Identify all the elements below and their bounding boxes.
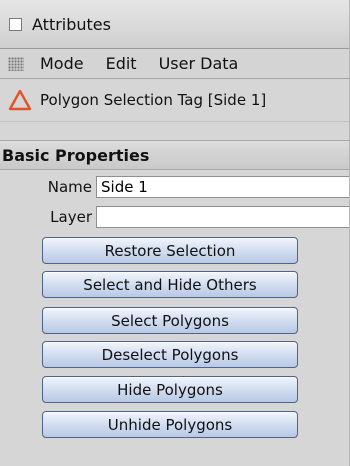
layer-row: Layer bbox=[0, 205, 350, 229]
name-label: Name bbox=[47, 178, 92, 196]
hide-polygons-button[interactable]: Hide Polygons bbox=[42, 376, 298, 403]
unhide-polygons-button[interactable]: Unhide Polygons bbox=[42, 411, 298, 438]
panel-checkbox[interactable] bbox=[9, 17, 22, 31]
section-basic-properties[interactable]: Basic Properties bbox=[0, 140, 350, 170]
deselect-polygons-button[interactable]: Deselect Polygons bbox=[42, 341, 298, 368]
layer-field[interactable] bbox=[96, 206, 350, 228]
menu-edit[interactable]: Edit bbox=[106, 54, 137, 73]
menu-mode[interactable]: Mode bbox=[40, 54, 84, 73]
restore-selection-button[interactable]: Restore Selection bbox=[42, 237, 298, 264]
window-titlebar: Attributes bbox=[0, 0, 350, 49]
grip-icon[interactable] bbox=[8, 56, 24, 71]
layer-label: Layer bbox=[50, 208, 92, 226]
tag-title: Polygon Selection Tag [Side 1] bbox=[40, 91, 267, 109]
section-title: Basic Properties bbox=[2, 145, 150, 165]
window-title: Attributes bbox=[32, 14, 111, 34]
menu-user-data[interactable]: User Data bbox=[159, 54, 239, 73]
select-polygons-button[interactable]: Select Polygons bbox=[42, 307, 298, 334]
triangle-warning-icon bbox=[8, 89, 32, 111]
select-and-hide-others-button[interactable]: Select and Hide Others bbox=[42, 271, 298, 298]
name-field[interactable] bbox=[96, 176, 350, 198]
tag-header: Polygon Selection Tag [Side 1] bbox=[0, 79, 350, 122]
menu-bar: Mode Edit User Data bbox=[0, 49, 350, 79]
name-row: Name bbox=[0, 175, 350, 199]
